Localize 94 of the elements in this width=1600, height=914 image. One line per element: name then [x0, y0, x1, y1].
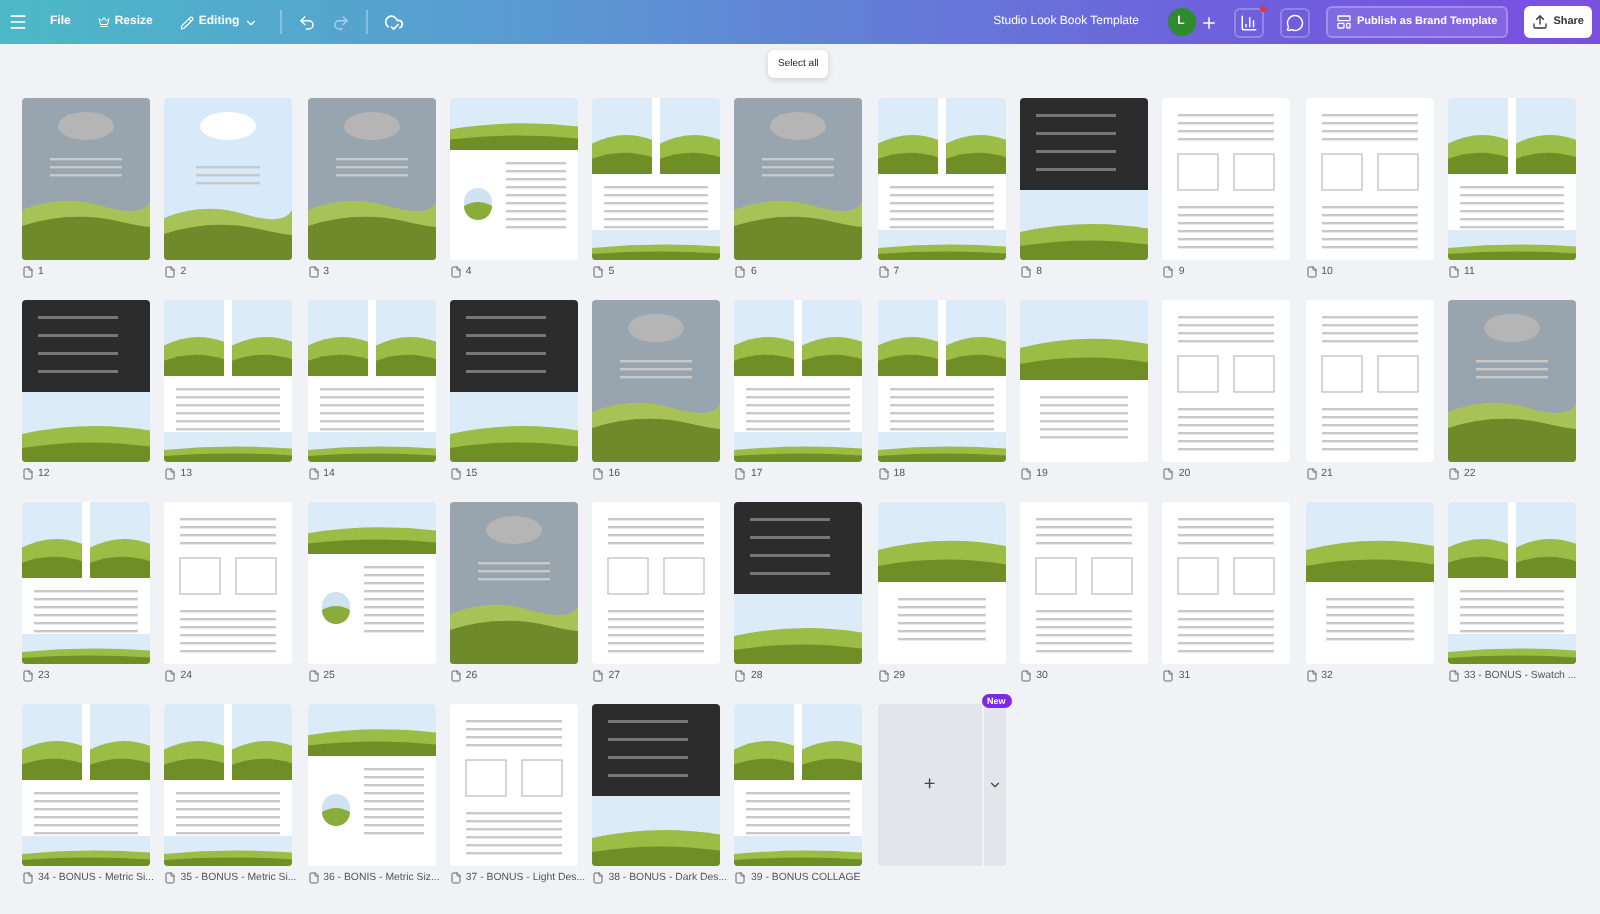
chevron-down-icon: [243, 15, 258, 29]
page-thumbnail[interactable]: [734, 502, 863, 664]
cloud-saved-icon[interactable]: [383, 12, 404, 32]
page-icon: [1447, 266, 1460, 278]
page-thumbnail[interactable]: [734, 704, 863, 866]
page-thumbnail[interactable]: [734, 300, 863, 462]
page-icon: [164, 266, 177, 278]
chevron-down-icon[interactable]: [987, 778, 1002, 792]
insights-button[interactable]: [1233, 7, 1263, 37]
page-icon: [1020, 670, 1033, 682]
page-icon: [449, 468, 462, 480]
upload-icon: [1531, 14, 1548, 30]
page-thumbnail[interactable]: [22, 704, 150, 866]
page-thumbnail[interactable]: [22, 300, 150, 462]
page-icon: [22, 670, 34, 682]
page-icon: [1020, 266, 1033, 278]
page-thumbnail[interactable]: [877, 98, 1006, 260]
page-thumbnail[interactable]: [164, 704, 293, 866]
page-icon: [734, 670, 747, 682]
page-thumbnail[interactable]: [592, 98, 721, 260]
page-thumbnail[interactable]: [164, 502, 293, 664]
page-thumbnail[interactable]: [1447, 300, 1576, 462]
page-thumbnail[interactable]: [22, 98, 150, 260]
page-thumbnail[interactable]: [1162, 300, 1291, 462]
page-thumbnail[interactable]: [164, 300, 293, 462]
page-thumbnail[interactable]: [1020, 502, 1149, 664]
page-thumbnail[interactable]: [592, 704, 721, 866]
page-icon: [164, 670, 177, 682]
page-thumbnail[interactable]: [1305, 98, 1434, 260]
page-icon: [164, 872, 177, 884]
page-thumbnail[interactable]: [22, 502, 150, 664]
notification-dot: [1259, 5, 1265, 11]
comment-button[interactable]: [1279, 7, 1309, 37]
page-thumbnail[interactable]: [1020, 300, 1149, 462]
page-thumbnail[interactable]: [1305, 300, 1434, 462]
page-icon: [592, 468, 605, 480]
page-icon: [592, 872, 605, 884]
undo-icon[interactable]: [297, 13, 316, 31]
page-thumbnail[interactable]: [307, 300, 436, 462]
page-icon: [1447, 670, 1460, 682]
bar-chart-icon: [1239, 13, 1257, 31]
page-thumbnail[interactable]: [1447, 502, 1576, 664]
add-collaborator-icon[interactable]: [1199, 13, 1217, 31]
page-thumbnail[interactable]: [1447, 98, 1576, 260]
page-icon: [1305, 670, 1318, 682]
page-thumbnail[interactable]: [1162, 502, 1291, 664]
page-icon: [1162, 266, 1175, 278]
pencil-icon: [180, 15, 195, 29]
page-thumbnail[interactable]: [1020, 98, 1149, 260]
page-icon: [1020, 468, 1033, 480]
page-icon: [734, 468, 747, 480]
page-thumbnail[interactable]: [734, 98, 863, 260]
page-icon: [1305, 468, 1318, 480]
page-thumbnail[interactable]: [1305, 502, 1434, 664]
page-icon: [22, 872, 34, 884]
page-thumbnail[interactable]: [592, 300, 721, 462]
page-icon: [1305, 266, 1318, 278]
page-icon: [164, 468, 177, 480]
page-thumbnail[interactable]: [592, 502, 721, 664]
page-icon: [734, 872, 747, 884]
page-thumbnail[interactable]: [877, 300, 1006, 462]
page-icon: [449, 266, 462, 278]
page-thumbnail[interactable]: [307, 704, 436, 866]
page-icon: [307, 266, 320, 278]
page-icon: [592, 670, 605, 682]
page-thumbnail[interactable]: [449, 98, 578, 260]
add-page-button[interactable]: +: [877, 704, 1006, 866]
page-thumbnail[interactable]: [307, 98, 436, 260]
page-icon: [449, 670, 462, 682]
page-icon: [877, 670, 890, 682]
crown-icon: [98, 16, 111, 28]
page-icon: [1162, 670, 1175, 682]
page-thumbnail[interactable]: [449, 300, 578, 462]
page-thumbnail[interactable]: [449, 502, 578, 664]
page-thumbnail[interactable]: [449, 704, 578, 866]
page-thumbnail[interactable]: [307, 502, 436, 664]
page-icon: [449, 872, 462, 884]
page-icon: [22, 266, 34, 278]
page-thumbnail[interactable]: [164, 98, 293, 260]
page-icon: [1162, 468, 1175, 480]
page-icon: [1447, 468, 1460, 480]
page-icon: [22, 468, 34, 480]
page-icon: [877, 468, 890, 480]
page-thumbnail[interactable]: [1162, 98, 1291, 260]
page-icon: [307, 468, 320, 480]
comment-icon: [1285, 13, 1303, 31]
template-icon: [1335, 14, 1351, 30]
page-icon: [877, 266, 890, 278]
page-thumbnail[interactable]: [877, 502, 1006, 664]
page-icon: [307, 670, 320, 682]
page-icon: [592, 266, 605, 278]
page-icon: [734, 266, 747, 278]
page-icon: [307, 872, 320, 884]
menu-icon[interactable]: [8, 12, 28, 32]
